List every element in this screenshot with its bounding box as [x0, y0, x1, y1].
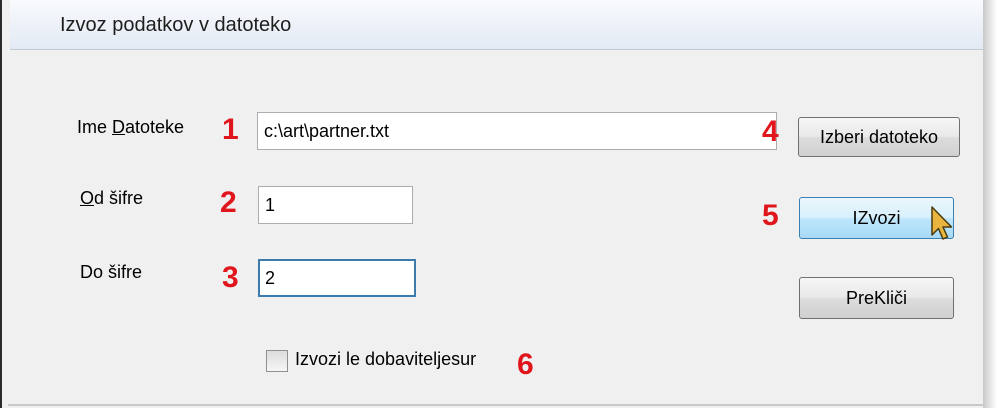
annotation-marker-3: 3: [222, 261, 239, 294]
annotation-marker-4: 4: [762, 115, 779, 148]
filename-label: Ime Datoteke: [77, 117, 185, 137]
to-code-label: Do šifre: [80, 262, 143, 282]
from-code-accelerator: O: [80, 188, 95, 208]
mouse-pointer-icon: [931, 206, 953, 240]
window-edge-shadow: [983, 0, 997, 408]
supplier-only-checkbox[interactable]: [266, 350, 288, 372]
filename-input[interactable]: [257, 112, 777, 150]
export-dialog: Izvoz podatkov v datoteko Ime Datoteke 1…: [0, 0, 985, 408]
from-code-input[interactable]: [258, 186, 413, 224]
from-code-label: Od šifre: [80, 188, 144, 208]
to-code-input[interactable]: [258, 259, 416, 297]
annotation-marker-6: 6: [517, 348, 534, 381]
supplier-only-label: Izvozi le dobaviteljesur: [295, 349, 477, 369]
cancel-button[interactable]: PreKliči: [799, 277, 954, 319]
dialog-title: Izvoz podatkov v datoteko: [60, 14, 292, 36]
annotation-marker-2: 2: [220, 186, 237, 219]
browse-file-button[interactable]: Izberi datoteko: [798, 117, 960, 157]
dialog-bottom-divider: [8, 404, 983, 406]
dialog-titlebar: Izvoz podatkov v datoteko: [10, 0, 985, 50]
annotation-marker-5: 5: [762, 199, 779, 232]
annotation-marker-1: 1: [222, 113, 239, 146]
filename-accelerator: D: [112, 117, 126, 137]
